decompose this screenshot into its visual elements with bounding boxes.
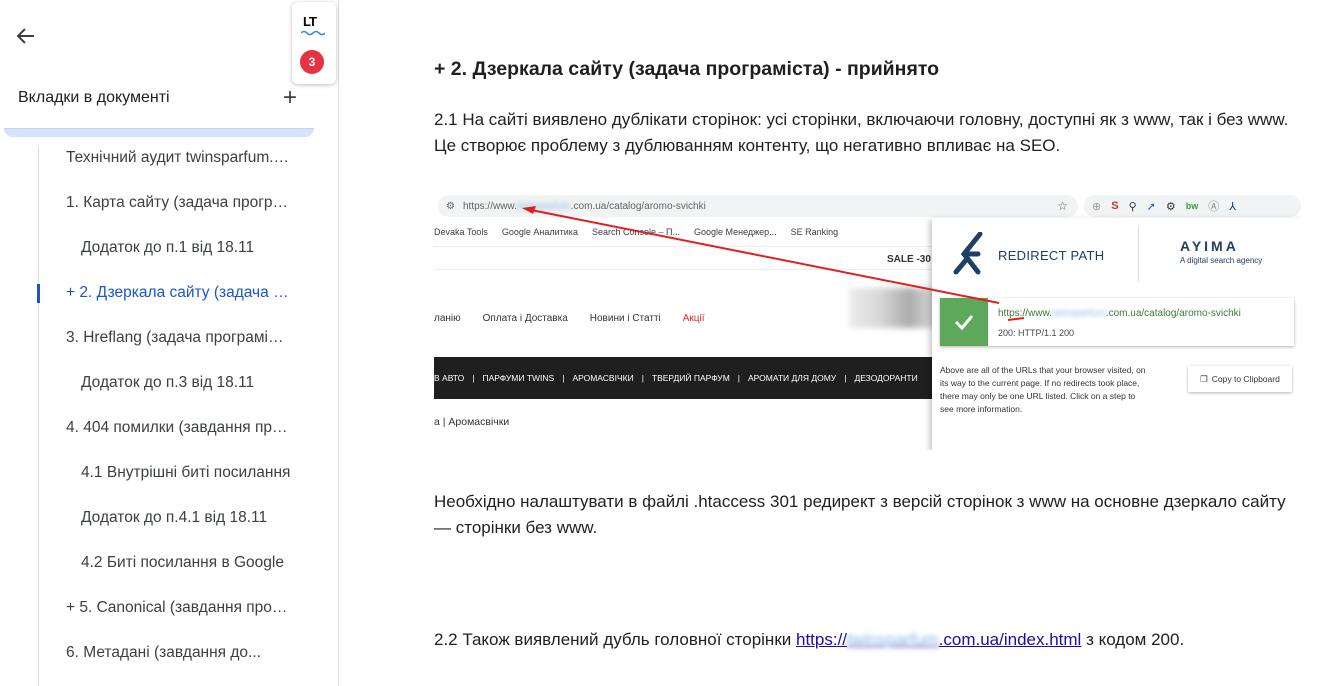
globe-icon: ⊕ (1092, 200, 1102, 213)
divider (1138, 226, 1139, 282)
extension-icons: ⊕ S ⚲ ➚ ⚙ bw Ⓐ ⅄ (1084, 195, 1301, 217)
ayima-logo: AYIMA (1180, 238, 1239, 254)
ayima-tagline: A digital search agency (1180, 256, 1263, 265)
info-text: Above are all of the URLs that your brow… (940, 365, 1146, 414)
arrow-ext-icon: ➚ (1146, 200, 1156, 213)
outline-item[interactable]: Технічний аудит twinsparfum.com.ua (66, 149, 291, 173)
outline-item[interactable]: 1. Карта сайту (задача програміста) (66, 194, 291, 218)
outline-item[interactable]: 4.1 Внутрішні биті посилання (81, 464, 291, 488)
s-icon: S (1111, 200, 1119, 212)
paragraph-2-1: 2.1 На сайті виявлено дублікати сторінок… (434, 110, 1289, 155)
redirect-step[interactable]: https://www.twinsparfum.com.ua/catalog/a… (940, 298, 1294, 346)
selected-tab-highlight (4, 128, 314, 137)
sale-label: SALE -30 (887, 254, 931, 265)
site-settings-icon: ⚙ (446, 200, 455, 212)
bw-icon: bw (1185, 201, 1199, 211)
copy-to-clipboard-button[interactable]: ❐ Copy to Clipboard (1188, 366, 1292, 392)
redirect-path-icon (953, 232, 983, 275)
bookmark: Devaka Tools (434, 227, 488, 237)
redirect-path-popup: REDIRECT PATH AYIMA A digital search age… (932, 218, 1301, 450)
bookmark: Google Менеджер... (693, 227, 777, 237)
outline-item-active[interactable]: + 2. Дзеркала сайту (задача програміста) (66, 284, 291, 308)
site-breadcrumb: а | Аромасвічки (434, 416, 510, 428)
languagetool-logo: LT (303, 14, 317, 29)
outline-item[interactable]: Додаток до п.4.1 від 18.11 (81, 509, 291, 533)
outline-item[interactable]: 3. Hreflang (задача програміста) (66, 329, 291, 353)
outline-item[interactable]: Додаток до п.1 від 18.11 (81, 239, 291, 263)
address-bar: ⚙ https://www. twinsparfum .com.ua/catalog… (438, 195, 1078, 217)
check-icon (940, 298, 988, 346)
bookmark: Google Аналитика (501, 227, 578, 237)
tabs-header: Вкладки в документі + (18, 86, 297, 110)
a-icon: Ⓐ (1208, 201, 1220, 213)
outline-item[interactable]: 6. Метадані (завдання до... (66, 644, 291, 668)
sale-bar (434, 246, 934, 270)
issue-count-badge[interactable]: 3 (300, 50, 324, 74)
paragraph-fix: Необхідно налаштувати в файлі .htaccess … (434, 492, 1286, 537)
paragraph-2-2: 2.2 Також виявлений дубль головної сторі… (434, 627, 1304, 653)
languagetool-widget[interactable]: LT 3 (292, 2, 336, 84)
section-heading: + 2. Дзеркала сайту (задача програміста)… (434, 58, 940, 80)
outline-item[interactable]: + 5. Canonical (завдання програміста) (66, 599, 291, 623)
outline-item[interactable]: 4.2 Биті посилання в Google (81, 554, 291, 578)
outline-item[interactable]: 4. 404 помилки (завдання програміста) (66, 419, 291, 443)
redirect-ext-icon: ⅄ (1229, 200, 1236, 213)
site-menu: В АВТО | ПАРФУМИ TWINS | АРОМАСВІЧКИ | ТВЕР… (434, 357, 934, 399)
blurred-logo (849, 288, 939, 328)
back-arrow-icon[interactable] (12, 22, 40, 50)
embedded-screenshot[interactable]: ⚙ https://www. twinsparfum .com.ua/catalog… (434, 192, 1301, 450)
paragraph-text: з кодом 200. (1081, 630, 1185, 649)
index-link[interactable]: https://twinsparfum.com.ua/index.html (796, 630, 1081, 649)
site-nav: ланію Оплата і Доставка Новини і Статті … (434, 313, 705, 324)
gear-ext-icon: ⚙ (1165, 200, 1176, 213)
bookmark: Search Console – П... (591, 227, 680, 237)
pin-icon: ⚲ (1128, 200, 1137, 213)
tabs-title: Вкладки в документі (18, 89, 170, 106)
tabs-sidebar: Вкладки в документі + Технічний аудит tw… (0, 0, 339, 686)
step-status: 200: HTTP/1.1 200 (998, 328, 1075, 338)
outline-item[interactable]: Додаток до п.3 від 18.11 (81, 374, 291, 398)
star-icon: ☆ (1057, 199, 1068, 213)
add-tab-button[interactable]: + (283, 86, 297, 110)
paragraph-text: 2.2 Також виявлений дубль головної сторі… (434, 630, 796, 649)
bookmark: SE Ranking (790, 227, 839, 237)
redirect-path-logo: REDIRECT PATH (952, 230, 1152, 280)
wave-icon (301, 30, 325, 36)
outline-guide-line (38, 146, 39, 686)
active-item-indicator (37, 284, 40, 303)
step-url: https://www.twinsparfum.com.ua/catalog/a… (998, 308, 1241, 319)
clipboard-icon: ❐ (1200, 373, 1208, 384)
